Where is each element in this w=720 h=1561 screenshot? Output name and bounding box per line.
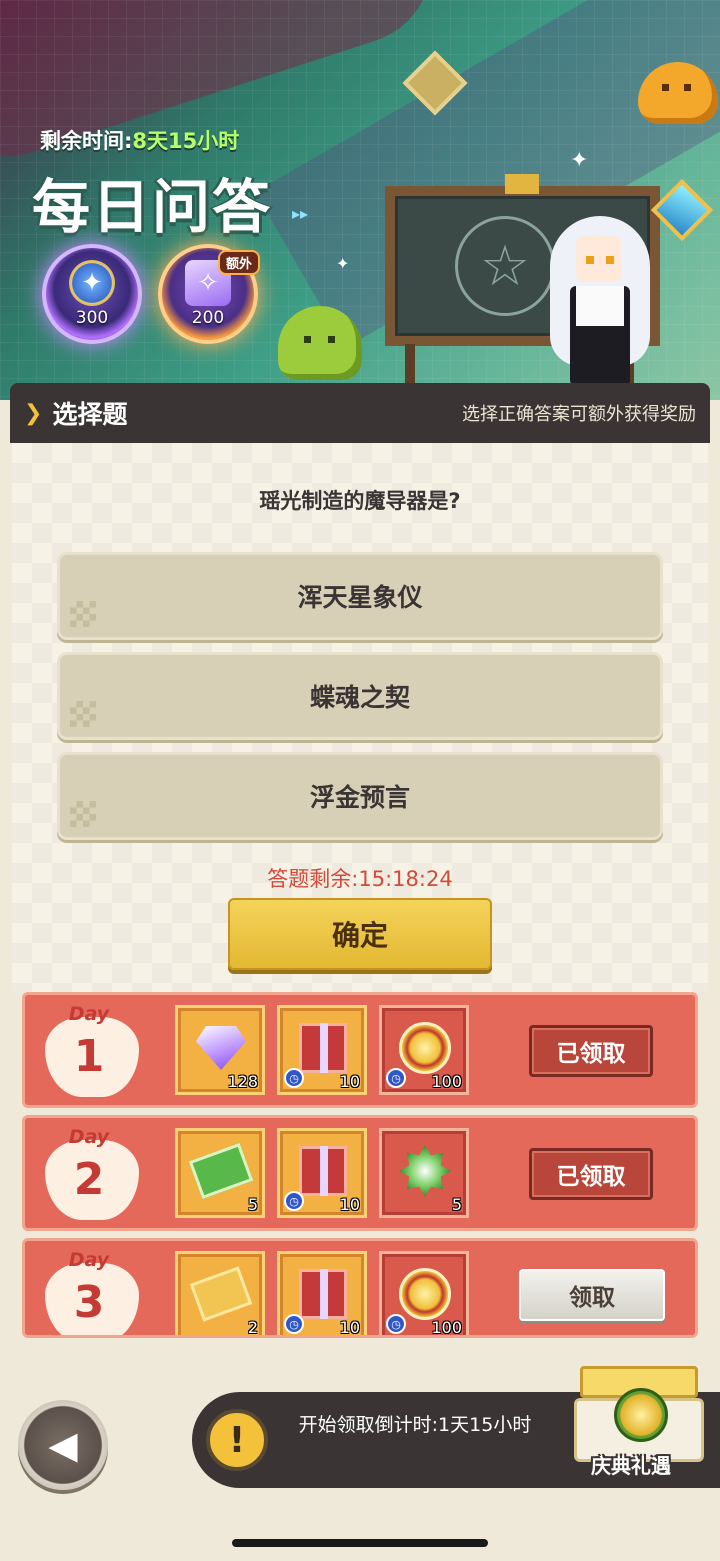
quiz-question: 瑶光制造的魔导器是? bbox=[259, 489, 461, 513]
confirm-button[interactable]: 确定 bbox=[228, 898, 492, 970]
answer-option[interactable]: 浮金预言 bbox=[57, 752, 663, 840]
reward-slot[interactable]: 128 bbox=[175, 1005, 265, 1095]
day-heart-badge: Day 3 bbox=[39, 1249, 155, 1335]
emblem-icon bbox=[614, 1388, 668, 1442]
celebration-gift-button[interactable]: 庆典礼遇 bbox=[566, 1358, 716, 1488]
purple-gift-box-icon bbox=[295, 1266, 351, 1322]
reward-slot[interactable]: 5 bbox=[175, 1128, 265, 1218]
reward-slot[interactable]: 5 bbox=[379, 1128, 469, 1218]
section-title: 选择题 bbox=[52, 400, 128, 429]
reward-count: 128 bbox=[227, 1072, 258, 1091]
day-number: 1 bbox=[73, 1031, 105, 1082]
timer-icon: ◷ bbox=[284, 1068, 304, 1088]
green-slime-icon bbox=[278, 306, 362, 380]
timer-icon: ◷ bbox=[284, 1314, 304, 1334]
timer-icon: ◷ bbox=[386, 1068, 406, 1088]
answer-countdown: 答题剩余:15:18:24 bbox=[267, 867, 453, 891]
day-label: Day bbox=[68, 1249, 110, 1271]
remaining-time-label: 剩余时间: bbox=[40, 129, 133, 153]
blackboard-leg bbox=[405, 344, 415, 384]
pixel-decoration bbox=[70, 601, 96, 627]
star-coin-icon: ✦ bbox=[69, 260, 115, 306]
magic-staff-icon bbox=[650, 178, 714, 278]
answer-option-label: 蝶魂之契 bbox=[309, 683, 410, 712]
chevron-right-icon: ❯ bbox=[24, 400, 43, 426]
blackboard-topper bbox=[505, 174, 539, 194]
reward-slot[interactable]: ◷ 10 bbox=[277, 1251, 367, 1337]
home-indicator[interactable] bbox=[232, 1539, 488, 1547]
quiz-card: 瑶光制造的魔导器是? 浑天星象仪 蝶魂之契 浮金预言 答题剩余:15:18:24… bbox=[12, 443, 708, 993]
answer-option[interactable]: 浑天星象仪 bbox=[57, 552, 663, 640]
answer-option-label: 浑天星象仪 bbox=[297, 583, 423, 612]
day-number: 2 bbox=[73, 1154, 105, 1205]
section-header: ❯ 选择题 选择正确答案可额外获得奖励 bbox=[10, 383, 710, 443]
reward-slot[interactable]: ◷ 100 bbox=[379, 1005, 469, 1095]
answer-option-label: 浮金预言 bbox=[309, 783, 410, 812]
reward-count: 100 bbox=[431, 1318, 462, 1337]
title-arrows-icon: ▸▸ bbox=[292, 204, 309, 223]
back-button[interactable]: ◀ bbox=[18, 1400, 108, 1490]
reward-orb-star: ✦ 300 bbox=[42, 244, 142, 344]
gold-book-icon bbox=[189, 1266, 253, 1322]
reward-slot[interactable]: 2 bbox=[175, 1251, 265, 1337]
reward-count: 10 bbox=[339, 1318, 360, 1337]
red-gold-coin-icon bbox=[397, 1020, 453, 1076]
orb-amount: 300 bbox=[75, 308, 109, 328]
reward-slot[interactable]: ◷ 100 bbox=[379, 1251, 469, 1337]
reward-slot[interactable]: ◷ 10 bbox=[277, 1005, 367, 1095]
event-title: 每日问答 bbox=[32, 173, 273, 241]
purple-gift-box-icon bbox=[295, 1020, 351, 1076]
extra-badge: 额外 bbox=[218, 250, 261, 275]
day-reward-row: Day 1 128 ◷ 10 ◷ 100 已领取 bbox=[22, 992, 698, 1108]
green-ticket-icon bbox=[188, 1142, 254, 1200]
answer-option[interactable]: 蝶魂之契 bbox=[57, 652, 663, 740]
exclamation-icon: ! bbox=[206, 1409, 268, 1471]
reward-count: 5 bbox=[247, 1195, 258, 1214]
day-label: Day bbox=[68, 1126, 110, 1148]
pixel-decoration bbox=[70, 701, 96, 727]
day-reward-row: Day 2 5 ◷ 10 5 已领取 bbox=[22, 1115, 698, 1231]
timer-icon: ◷ bbox=[284, 1191, 304, 1211]
day-heart-badge: Day 1 bbox=[39, 1003, 155, 1103]
event-banner: ✦ ✦ ✦ 剩余时间:8天15小时 每日问答 ▸▸ ✦ 300 ✧ 200 额外… bbox=[0, 0, 720, 400]
timer-icon: ◷ bbox=[386, 1314, 406, 1334]
remaining-time-value: 8天15小时 bbox=[132, 129, 240, 153]
section-subtitle: 选择正确答案可额外获得奖励 bbox=[462, 404, 696, 425]
reward-count: 2 bbox=[247, 1318, 258, 1337]
reward-count: 10 bbox=[339, 1195, 360, 1214]
remaining-time: 剩余时间:8天15小时 bbox=[40, 125, 239, 155]
reward-count: 100 bbox=[431, 1072, 462, 1091]
green-medal-icon bbox=[397, 1143, 453, 1199]
red-gold-coin-icon bbox=[397, 1266, 453, 1322]
reward-count: 5 bbox=[451, 1195, 462, 1214]
back-arrow-icon: ◀ bbox=[48, 1423, 78, 1467]
sparkle-icon: ✦ bbox=[570, 148, 589, 173]
day-label: Day bbox=[68, 1003, 110, 1025]
reward-count: 10 bbox=[339, 1072, 360, 1091]
claim-countdown-text: 开始领取倒计时:1天15小时 bbox=[298, 1414, 532, 1436]
pixel-decoration bbox=[70, 801, 96, 827]
purple-gem-icon bbox=[193, 1020, 249, 1076]
celebration-gift-label: 庆典礼遇 bbox=[591, 1454, 671, 1478]
day-heart-badge: Day 2 bbox=[39, 1126, 155, 1226]
day-number: 3 bbox=[73, 1277, 105, 1328]
purple-gift-box-icon bbox=[295, 1143, 351, 1199]
claimed-button[interactable]: 已领取 bbox=[529, 1148, 653, 1200]
claimed-button[interactable]: 已领取 bbox=[529, 1025, 653, 1077]
claim-button[interactable]: 领取 bbox=[519, 1269, 665, 1321]
sparkle-icon: ✦ bbox=[336, 254, 350, 273]
reward-slot[interactable]: ◷ 10 bbox=[277, 1128, 367, 1218]
day-reward-row: Day 3 2 ◷ 10 ◷ 100 领取 bbox=[22, 1238, 698, 1338]
orb-amount: 200 bbox=[191, 308, 225, 328]
